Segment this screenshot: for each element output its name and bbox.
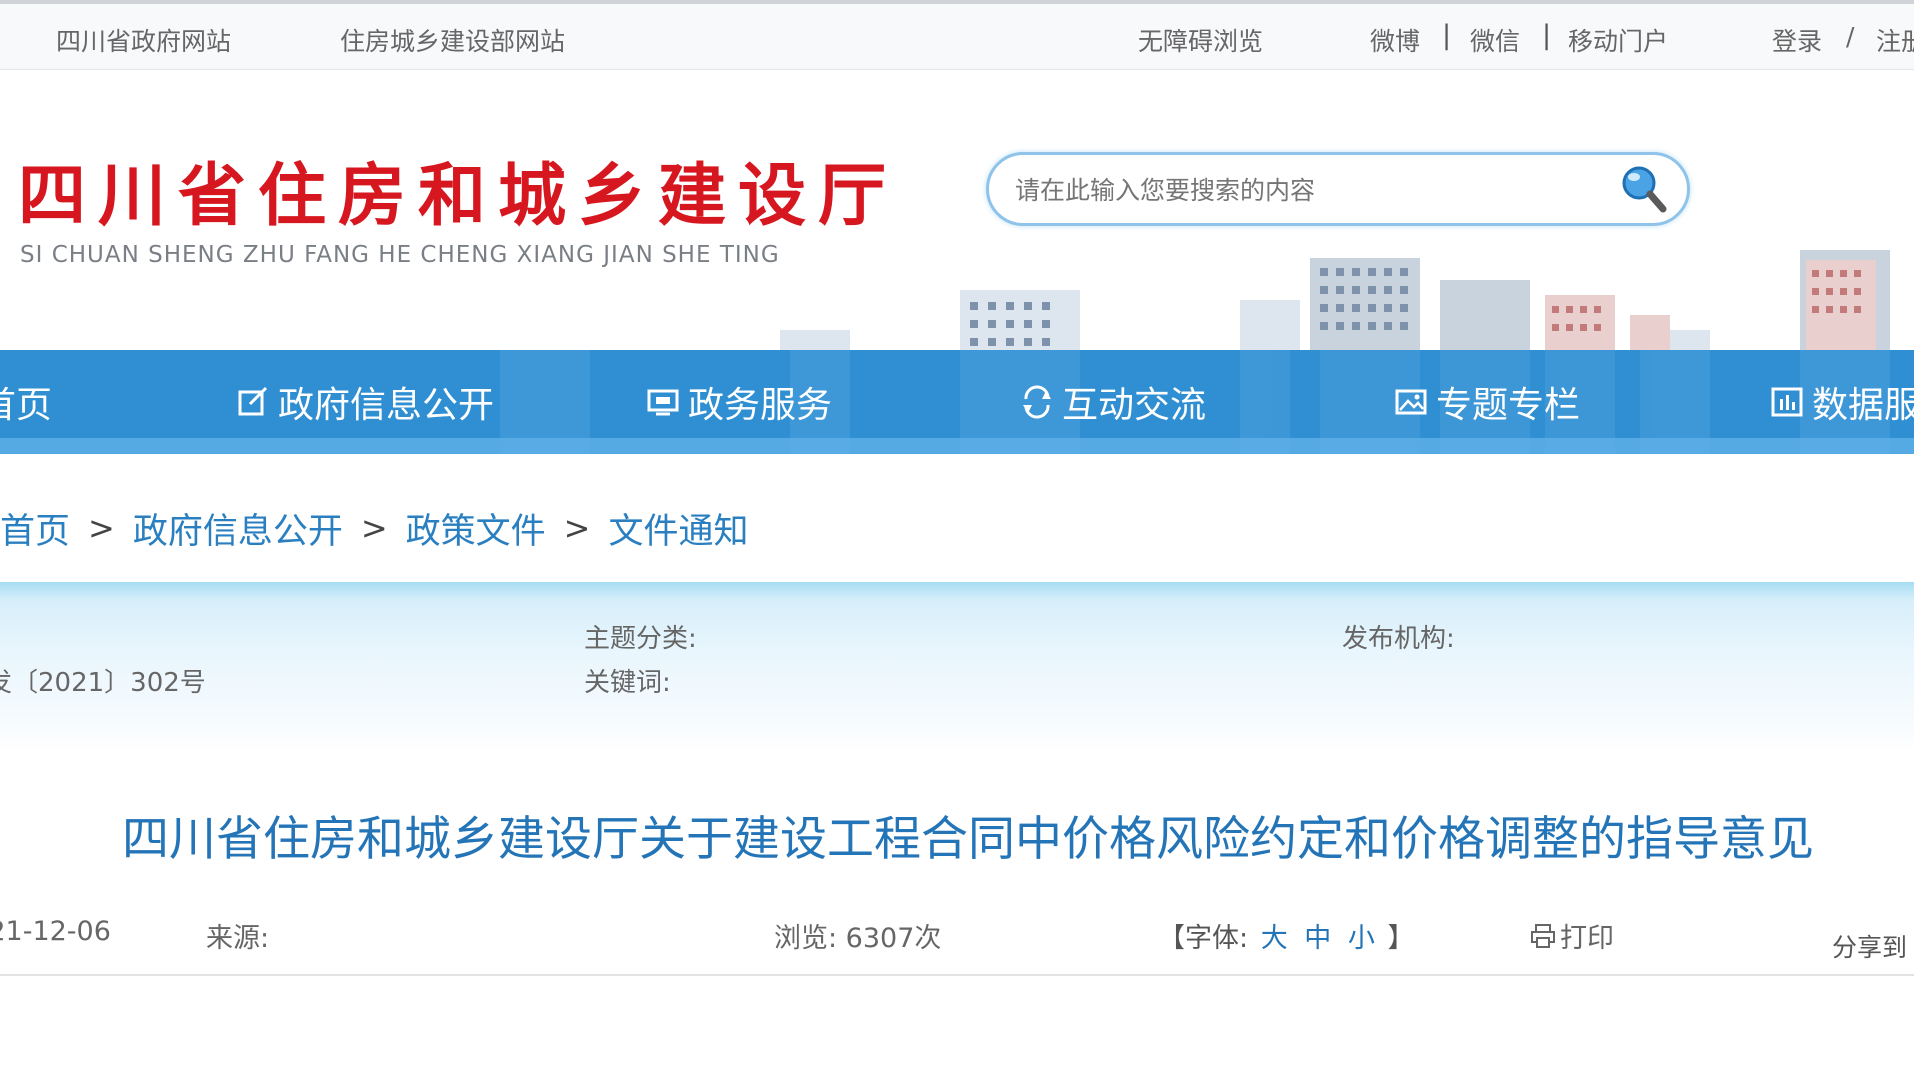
nav-item-label: 互动交流 [1062,385,1207,426]
nav-item-label: 数据服务 [1812,385,1914,426]
nav-item-data-services[interactable]: 数据服务 [1770,376,1914,428]
keywords-label: 关键词: [584,668,671,698]
article-title: 四川省住房和城乡建设厅关于建设工程合同中价格风险约定和价格调整的指导意见 [122,812,1814,867]
weibo-link[interactable]: 微博 [1370,22,1420,58]
font-size-large-button[interactable]: 大 [1261,923,1288,954]
nav-item-gov-info[interactable]: 政府信息公开 [236,376,494,428]
view-count: 浏览: 6307次 [774,923,942,954]
nav-item-interaction[interactable]: 互动交流 [1020,376,1206,428]
search-box [986,152,1690,226]
nav-item-label: 政务服务 [688,385,833,426]
breadcrumb-notices[interactable]: 文件通知 [608,503,748,554]
breadcrumb-gov-info[interactable]: 政府信息公开 [133,503,343,554]
picture-icon [1395,389,1427,415]
font-size-prefix: 【字体: [1158,923,1249,954]
publisher-label: 发布机构: [1342,624,1455,654]
nav-item-home[interactable]: 首页 [0,376,52,428]
print-label: 打印 [1560,923,1614,954]
mohurd-site-link[interactable]: 住房城乡建设部网站 [340,22,565,58]
divider: | [1542,20,1552,51]
edit-icon [238,386,268,416]
document-info-panel: 主题分类: 发布机构: 川建价发〔2021〕302号 关键词: [0,582,1914,752]
subject-category-label: 主题分类: [584,624,697,654]
search-input[interactable] [1013,169,1607,211]
print-button[interactable]: 打印 [1530,916,1614,955]
nav-item-label: 政府信息公开 [278,385,495,426]
font-size-suffix: 】 [1387,923,1415,954]
chart-icon [1771,387,1803,417]
font-size-control: 【字体: 大 中 小 】 [1158,916,1414,955]
font-size-small-button[interactable]: 小 [1348,923,1375,954]
site-logo-title[interactable]: 四川省住房和城乡建设厅 [18,140,898,239]
exchange-icon [1023,385,1051,419]
breadcrumb-home[interactable]: 首页 [0,503,70,554]
breadcrumb-policy-docs[interactable]: 政策文件 [406,503,546,554]
provincial-gov-site-link[interactable]: 四川省政府网站 [56,22,231,58]
breadcrumb: 首页 > 政府信息公开 > 政策文件 > 文件通知 [0,500,749,556]
accessibility-link[interactable]: 无障碍浏览 [1138,22,1263,58]
breadcrumb-separator: > [563,509,591,547]
nav-bottom-stripe [0,438,1914,454]
share-to-button[interactable]: 分享到 [1832,928,1907,964]
publish-date: 2021-12-06 [0,916,111,947]
nav-item-label: 专题专栏 [1436,385,1581,426]
login-register-slash: / [1846,22,1855,51]
site-header: 四川省住房和城乡建设厅 SI CHUAN SHENG ZHU FANG HE C… [0,70,1914,350]
source-label: 来源: [206,923,270,954]
breadcrumb-separator: > [360,509,388,547]
breadcrumb-separator: > [88,509,115,547]
register-link[interactable]: 注册 [1876,22,1914,58]
main-navigation: 首页 政府信息公开 政务服务 互动交流 专题专栏 数据服务 [0,350,1914,454]
printer-icon [1531,923,1555,948]
divider: | [1442,20,1452,51]
font-size-medium-button[interactable]: 中 [1304,923,1331,954]
wechat-link[interactable]: 微信 [1470,22,1520,58]
search-icon[interactable] [1619,163,1669,217]
nav-item-label: 首页 [0,385,53,426]
site-logo-pinyin: SI CHUAN SHENG ZHU FANG HE CHENG XIANG J… [20,242,780,268]
monitor-icon [647,389,679,416]
document-number: 川建价发〔2021〕302号 [0,668,206,698]
meta-divider [0,974,1914,976]
top-utility-bar: 四川省政府网站 住房城乡建设部网站 无障碍浏览 微博 | 微信 | 移动门户 登… [0,0,1914,70]
nav-item-topics[interactable]: 专题专栏 [1394,376,1580,428]
login-link[interactable]: 登录 [1772,22,1822,58]
nav-item-services[interactable]: 政务服务 [646,376,832,428]
mobile-portal-link[interactable]: 移动门户 [1568,22,1668,58]
